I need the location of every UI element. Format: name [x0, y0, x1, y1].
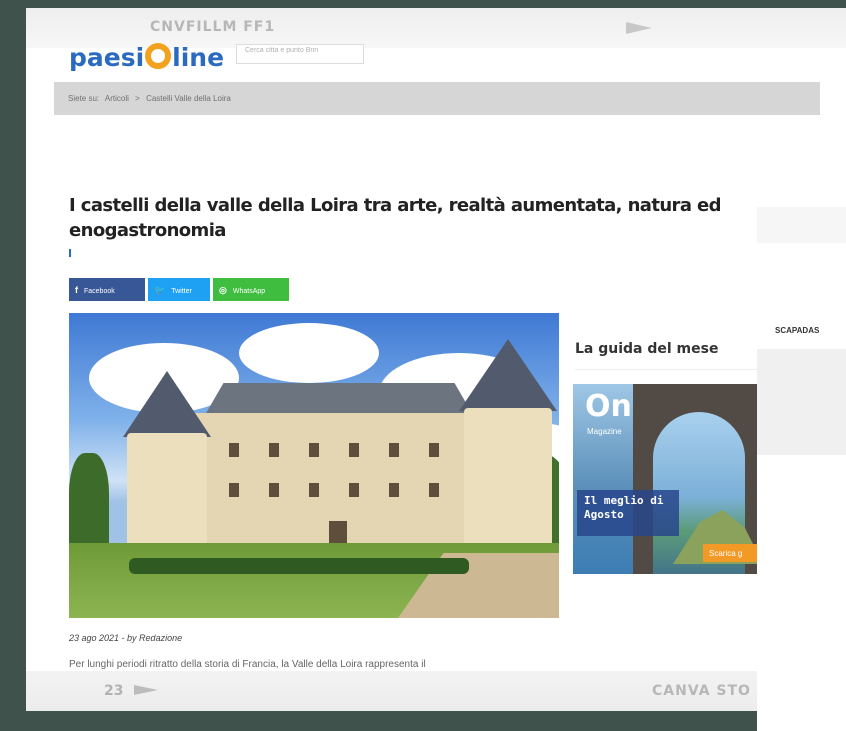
breadcrumb-separator: >: [135, 94, 140, 103]
magazine-logo-icon: On: [585, 389, 632, 424]
article-date-author: 23 ago 2021 - by Redazione: [69, 633, 183, 643]
film-arrow-icon: [626, 22, 652, 34]
castle-window: [229, 483, 239, 497]
tower-right: [464, 408, 552, 548]
magazine-label: Magazine: [587, 427, 622, 436]
breadcrumb-item-articoli[interactable]: Articoli: [105, 94, 129, 103]
castle-window: [349, 443, 359, 457]
castle-window: [269, 483, 279, 497]
castle-body: [189, 413, 489, 548]
magazine-banner[interactable]: On Magazine Il meglio di Agosto Scarica …: [573, 384, 763, 574]
castle-window: [349, 483, 359, 497]
overlay-page-fragment: SCAPADAS: [757, 207, 846, 731]
share-facebook-button[interactable]: f Facebook: [69, 278, 145, 301]
overlay-nav-item[interactable]: SCAPADAS: [775, 326, 819, 335]
facebook-icon: f: [75, 285, 78, 295]
hero-image-castle[interactable]: [69, 313, 559, 618]
sidebar-divider: [575, 369, 775, 370]
overlay-content: [757, 455, 846, 731]
overlay-grey-band: [757, 349, 846, 455]
site-logo[interactable]: paesi line: [69, 43, 229, 71]
logo-text-2: line: [172, 43, 225, 71]
logo-text: paesi: [69, 43, 145, 71]
film-strip-bottom: 23 CANVA STO: [26, 671, 846, 711]
sidebar-guide-title: La guida del mese: [575, 341, 719, 357]
share-whatsapp-label: WhatsApp: [232, 288, 266, 295]
tower-left: [127, 433, 207, 551]
breadcrumb-item-current: Castelli Valle della Loira: [146, 94, 231, 103]
share-twitter-button[interactable]: 🐦 Twitter: [148, 278, 210, 301]
film-code: CNVFILLM FF1: [150, 19, 276, 35]
castle-window: [429, 443, 439, 457]
page-title: I castelli della valle della Loira tra a…: [69, 195, 722, 241]
castle-window: [329, 521, 347, 545]
share-facebook-label: Facebook: [84, 288, 115, 295]
castle-window: [389, 443, 399, 457]
article-excerpt: Per lunghi periodi ritratto della storia…: [69, 659, 426, 670]
trees-left: [69, 453, 109, 553]
castle-window: [229, 443, 239, 457]
title-accent: [69, 249, 71, 257]
hedge-row: [129, 558, 469, 574]
magazine-headline: Il meglio di Agosto: [577, 490, 679, 536]
film-strip-top: CNVFILLM FF1: [26, 8, 846, 48]
castle-window: [429, 483, 439, 497]
castle-window: [309, 483, 319, 497]
castle-window: [389, 483, 399, 497]
share-twitter-label: Twitter: [171, 288, 192, 295]
film-frame: CNVFILLM FF1 paesi line Cerca citta e pun…: [26, 8, 846, 711]
share-whatsapp-button[interactable]: ◎ WhatsApp: [213, 278, 289, 301]
logo-o-icon: [145, 43, 172, 69]
search-input[interactable]: Cerca citta e punto Bnn: [236, 44, 364, 64]
twitter-icon: 🐦: [154, 285, 166, 295]
castle-window: [309, 443, 319, 457]
whatsapp-icon: ◎: [219, 285, 227, 295]
castle-window: [269, 443, 279, 457]
film-frame-number: 23: [104, 683, 124, 699]
magazine-download-button[interactable]: Scarica g: [703, 544, 763, 562]
breadcrumb: Siete su: Articoli > Castelli Valle dell…: [54, 82, 820, 115]
cloud-shape: [239, 323, 379, 383]
breadcrumb-prefix: Siete su:: [68, 94, 100, 103]
film-brand: CANVA STO: [652, 683, 751, 699]
film-arrow-icon: [134, 685, 158, 695]
